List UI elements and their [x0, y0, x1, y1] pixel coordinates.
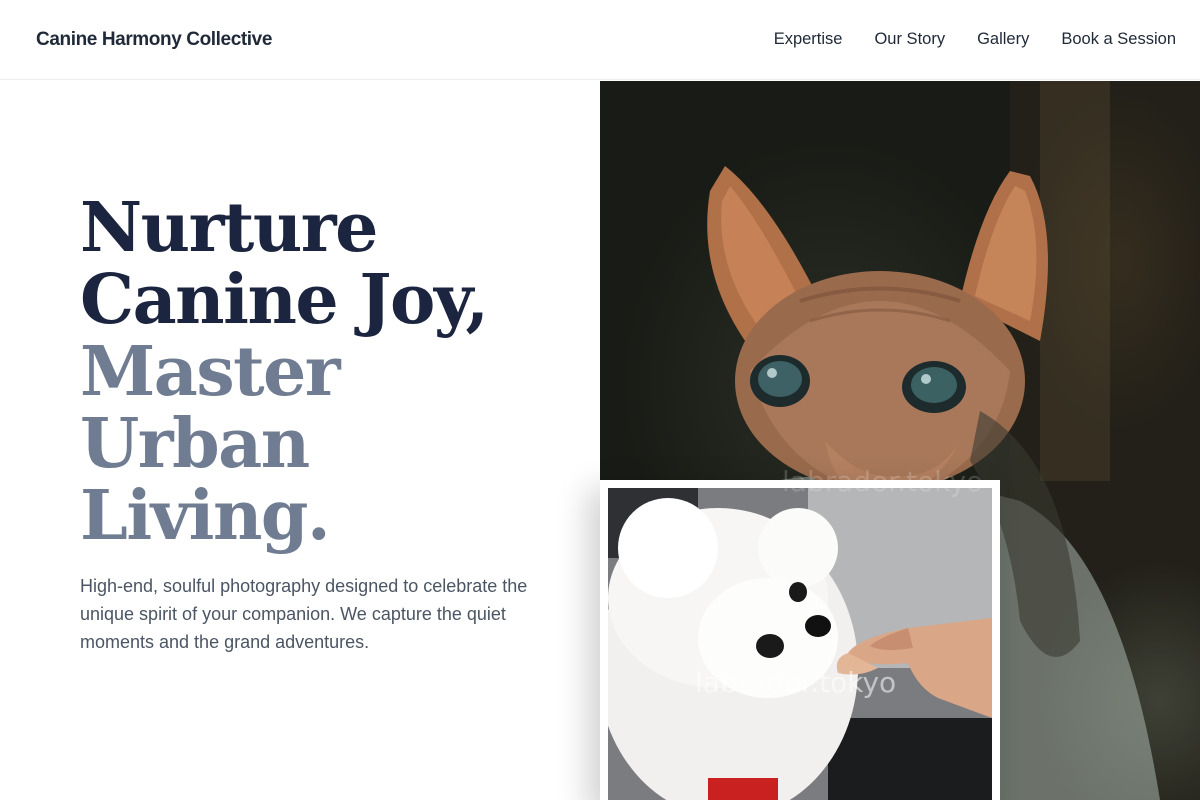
- inset-photo-frame: [600, 480, 1000, 800]
- brand-logo[interactable]: Canine Harmony Collective: [36, 29, 272, 51]
- main-nav: Expertise Our Story Gallery Book a Sessi…: [774, 30, 1176, 49]
- inset-photo-dog: [608, 488, 992, 800]
- nav-link-expertise[interactable]: Expertise: [774, 30, 843, 49]
- hero-title-line-5: Living.: [80, 476, 331, 556]
- hero-title: Nurture Canine Joy, Master Urban Living.: [80, 192, 580, 552]
- site-header: Canine Harmony Collective Expertise Our …: [0, 0, 1200, 80]
- dog-illustration: [608, 488, 992, 800]
- nav-link-gallery[interactable]: Gallery: [977, 30, 1029, 49]
- nav-link-book-session[interactable]: Book a Session: [1061, 30, 1176, 49]
- hero-description: High-end, soulful photography designed t…: [80, 576, 528, 652]
- hero-title-line-4: Urban: [80, 404, 310, 484]
- hero-title-line-2: Canine Joy,: [80, 260, 489, 340]
- hero-title-line-3: Master: [80, 332, 341, 412]
- nav-link-our-story[interactable]: Our Story: [874, 30, 945, 49]
- hero-title-line-1: Nurture: [80, 188, 378, 268]
